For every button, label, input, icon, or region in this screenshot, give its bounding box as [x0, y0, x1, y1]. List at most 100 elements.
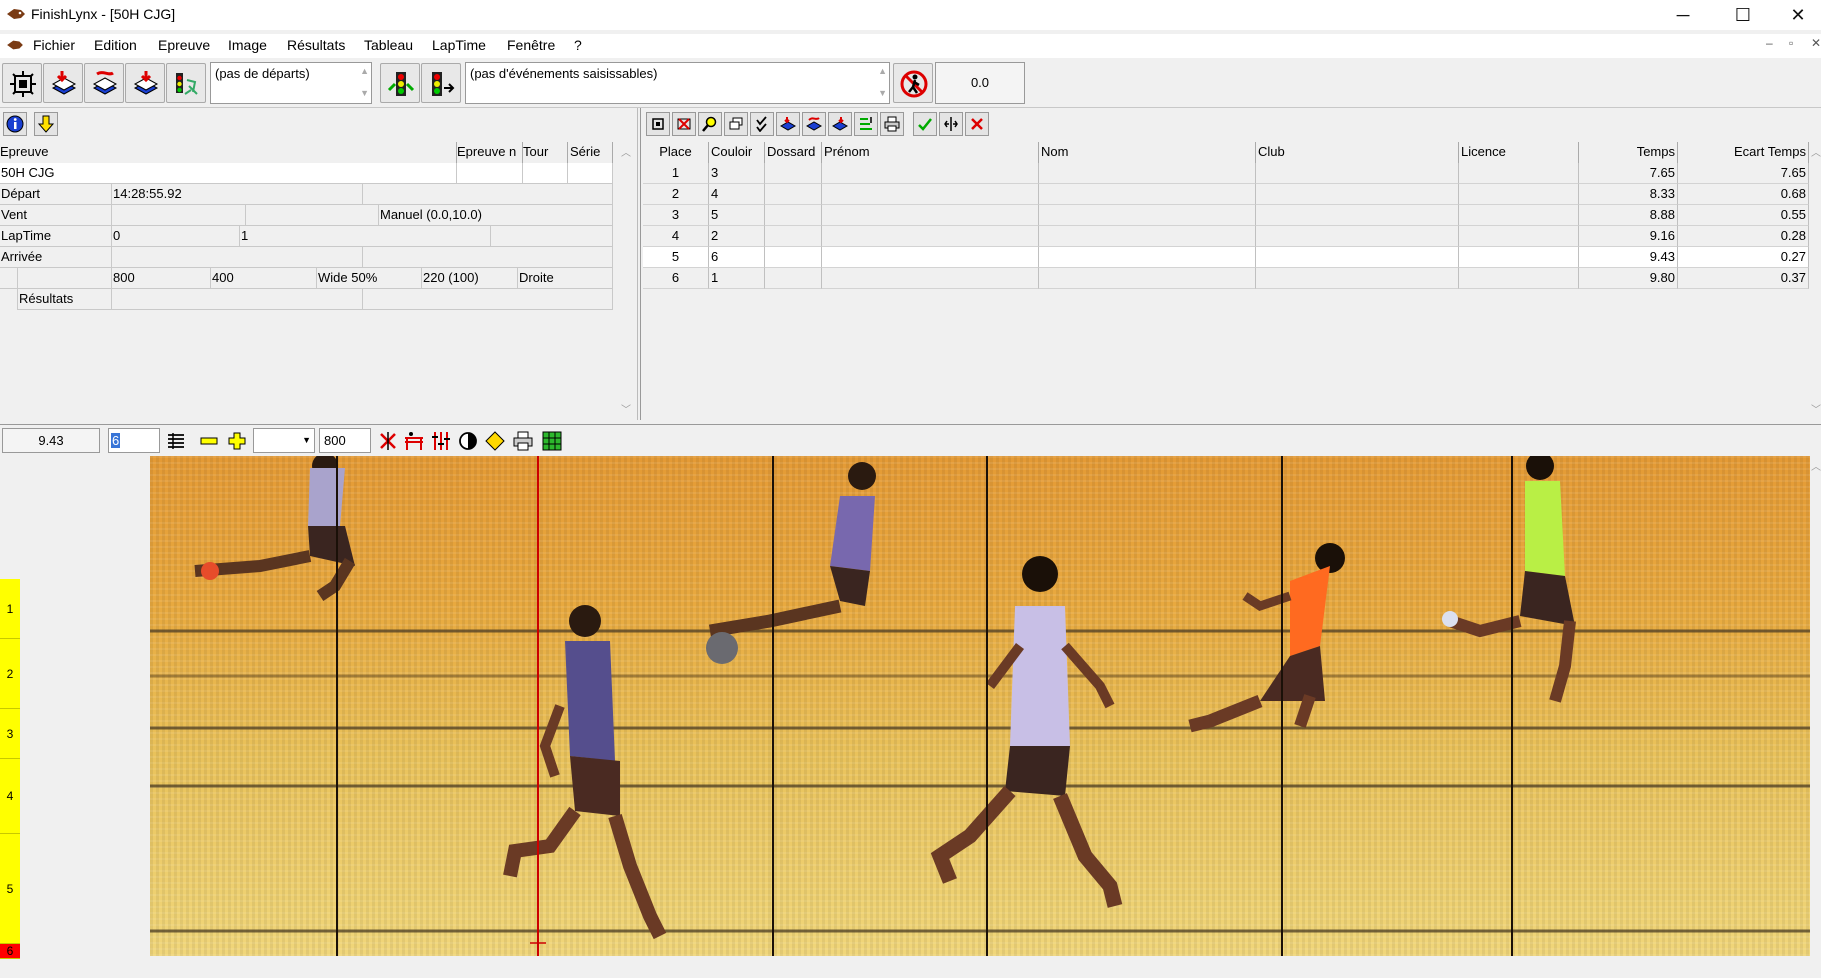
cell-licence[interactable]	[1459, 205, 1579, 226]
zoom-in-button[interactable]	[226, 430, 248, 452]
open-results-button[interactable]	[84, 63, 124, 103]
adjust-button[interactable]	[430, 430, 452, 452]
cell-temps[interactable]: 9.80	[1579, 268, 1678, 289]
cell-couloir[interactable]: 1	[709, 268, 765, 289]
vent-mode[interactable]: Manuel (0.0,10.0)	[379, 205, 613, 226]
cell-club[interactable]	[1256, 205, 1459, 226]
lane-marker-4[interactable]: 4	[0, 759, 20, 834]
density-input[interactable]: 800	[319, 428, 371, 453]
save-small-button[interactable]	[828, 112, 852, 136]
reload-small-button[interactable]	[802, 112, 826, 136]
cell-prenom[interactable]	[822, 268, 1039, 289]
cell-couloir[interactable]: 3	[709, 163, 765, 184]
document-icon[interactable]	[6, 38, 24, 52]
chevron-down-icon[interactable]: ▼	[360, 89, 369, 98]
menu-fenetre[interactable]: Fenêtre	[507, 37, 555, 53]
results-scrollbar[interactable]: ︿ ﹀	[1810, 142, 1821, 418]
scroll-up-icon[interactable]: ︿	[1811, 458, 1821, 473]
cell-club[interactable]	[1256, 268, 1459, 289]
cell-dossard[interactable]	[765, 163, 822, 184]
chevron-down-icon[interactable]: ▼	[878, 89, 887, 98]
open-small-button[interactable]	[776, 112, 800, 136]
cell-place[interactable]: 3	[643, 205, 709, 226]
mdi-restore-button[interactable]: ▫	[1789, 36, 1793, 50]
header-couloir[interactable]: Couloir	[709, 142, 765, 163]
camera-width[interactable]: Wide 50%	[317, 268, 422, 289]
scroll-up-icon[interactable]: ︿	[621, 144, 631, 159]
cell-couloir[interactable]: 2	[709, 226, 765, 247]
mdi-minimize-button[interactable]: –	[1766, 36, 1773, 50]
cell-prenom[interactable]	[822, 226, 1039, 247]
cell-club[interactable]	[1256, 163, 1459, 184]
photo-scrollbar[interactable]: ︿	[1810, 456, 1821, 956]
cell-ecart-temps[interactable]: 7.65	[1678, 163, 1809, 184]
cell-prenom[interactable]	[822, 205, 1039, 226]
cell-place[interactable]: 2	[643, 184, 709, 205]
split-button[interactable]	[939, 112, 963, 136]
cell-ecart-temps[interactable]: 0.28	[1678, 226, 1809, 247]
laptime-value-2[interactable]: 1	[240, 226, 491, 247]
print-image-button[interactable]	[512, 430, 534, 452]
camera-direction[interactable]: Droite	[518, 268, 613, 289]
capture-button[interactable]	[2, 63, 42, 103]
photo-finish-image[interactable]	[150, 456, 1810, 956]
chevron-up-icon[interactable]: ▲	[878, 67, 887, 76]
vent-value[interactable]	[112, 205, 246, 226]
download-button[interactable]	[34, 112, 58, 136]
athlete-button[interactable]	[166, 63, 206, 103]
cell-couloir[interactable]: 4	[709, 184, 765, 205]
menu-image[interactable]: Image	[228, 37, 267, 53]
cell-ecart-temps[interactable]: 0.55	[1678, 205, 1809, 226]
cell-nom[interactable]	[1039, 205, 1256, 226]
cell-place[interactable]: 5	[643, 247, 709, 268]
cell-club[interactable]	[1256, 184, 1459, 205]
lane-marker-5[interactable]: 5	[0, 834, 20, 944]
menu-resultats[interactable]: Résultats	[287, 37, 345, 53]
scroll-up-icon[interactable]: ︿	[1811, 144, 1821, 159]
cell-ecart-temps[interactable]: 0.68	[1678, 184, 1809, 205]
brightness-button[interactable]	[484, 430, 506, 452]
events-select[interactable]: (pas d'événements saisissables) ▲ ▼	[465, 62, 890, 104]
cell-nom[interactable]	[1039, 163, 1256, 184]
header-nom[interactable]: Nom	[1039, 142, 1256, 163]
false-start-button[interactable]	[893, 63, 933, 103]
cell-dossard[interactable]	[765, 205, 822, 226]
cell-licence[interactable]	[1459, 184, 1579, 205]
cell-dossard[interactable]	[765, 247, 822, 268]
resultats-value[interactable]	[112, 289, 363, 310]
scroll-down-icon[interactable]: ﹀	[621, 401, 631, 416]
laptime-value-1[interactable]: 0	[112, 226, 240, 247]
menu-fichier[interactable]: Fichier	[33, 37, 75, 53]
cell-temps[interactable]: 9.16	[1579, 226, 1678, 247]
cell-temps[interactable]: 7.65	[1579, 163, 1678, 184]
cell-dossard[interactable]	[765, 226, 822, 247]
dropdown-arrow-icon[interactable]: ▼	[302, 429, 311, 452]
cell-place[interactable]: 1	[643, 163, 709, 184]
round-field[interactable]	[523, 163, 568, 184]
menu-laptime[interactable]: LapTime	[432, 37, 486, 53]
cell-licence[interactable]	[1459, 247, 1579, 268]
sort-button[interactable]	[854, 112, 878, 136]
cell-licence[interactable]	[1459, 163, 1579, 184]
lane-marker-2[interactable]: 2	[0, 639, 20, 709]
menu-tableau[interactable]: Tableau	[364, 37, 413, 53]
scroll-down-icon[interactable]: ﹀	[1811, 401, 1821, 416]
header-temps[interactable]: Temps	[1579, 142, 1678, 163]
info-button[interactable]	[3, 112, 27, 136]
maximize-button[interactable]: ☐	[1720, 0, 1766, 30]
zoom-button[interactable]	[698, 112, 722, 136]
camera-density[interactable]: 800	[112, 268, 211, 289]
event-info-scrollbar[interactable]: ︿ ﹀	[616, 142, 636, 418]
menu-edition[interactable]: Edition	[94, 37, 137, 53]
cell-nom[interactable]	[1039, 268, 1256, 289]
cell-nom[interactable]	[1039, 247, 1256, 268]
lane-input[interactable]: 6	[108, 428, 160, 453]
cell-club[interactable]	[1256, 226, 1459, 247]
open-event-button[interactable]	[43, 63, 83, 103]
lane-marker-1[interactable]: 1	[0, 579, 20, 639]
windows-button[interactable]	[724, 112, 748, 136]
cell-licence[interactable]	[1459, 226, 1579, 247]
zoom-out-button[interactable]	[198, 430, 220, 452]
lane-marker-6[interactable]: 6	[0, 944, 20, 959]
check-button[interactable]	[750, 112, 774, 136]
